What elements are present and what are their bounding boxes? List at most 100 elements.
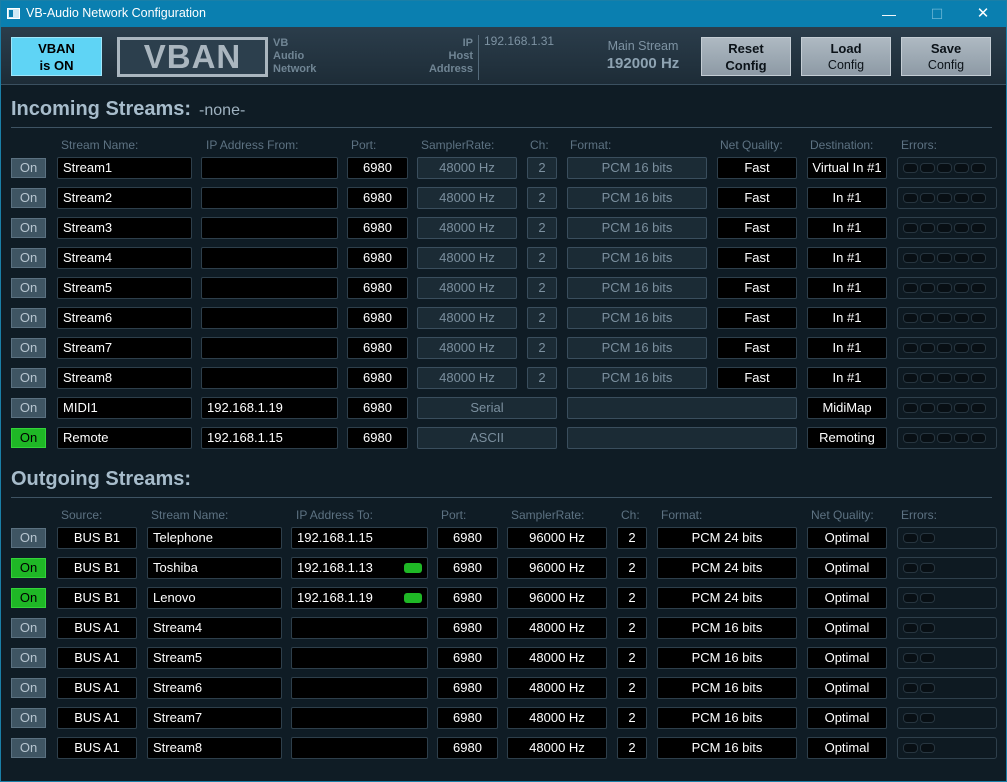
format-field[interactable]: PCM 24 bits — [657, 527, 797, 549]
source-field[interactable]: BUS B1 — [57, 557, 137, 579]
minimize-button[interactable]: — — [866, 1, 912, 27]
net-quality-field[interactable]: Optimal — [807, 527, 887, 549]
destination-field[interactable]: In #1 — [807, 337, 887, 359]
ip-from-field[interactable] — [201, 367, 338, 389]
format-field[interactable]: PCM 24 bits — [657, 587, 797, 609]
port-field[interactable]: 6980 — [347, 187, 408, 209]
stream-on-toggle[interactable]: On — [11, 618, 46, 638]
net-quality-field[interactable]: Fast — [717, 337, 797, 359]
ip-from-field[interactable]: 192.168.1.19 — [201, 397, 338, 419]
stream-on-toggle[interactable]: On — [11, 338, 46, 358]
port-field[interactable]: 6980 — [437, 707, 498, 729]
net-quality-field[interactable]: Fast — [717, 187, 797, 209]
stream-name-field[interactable]: Stream1 — [57, 157, 192, 179]
stream-name-field[interactable]: Stream4 — [57, 247, 192, 269]
stream-name-field[interactable]: Stream2 — [57, 187, 192, 209]
format-field[interactable]: PCM 16 bits — [657, 677, 797, 699]
stream-name-field[interactable]: Stream4 — [147, 617, 282, 639]
net-quality-field[interactable]: Optimal — [807, 677, 887, 699]
port-field[interactable]: 6980 — [347, 397, 408, 419]
ip-to-field[interactable]: 192.168.1.15 — [291, 527, 428, 549]
ip-from-field[interactable] — [201, 307, 338, 329]
port-field[interactable]: 6980 — [347, 427, 408, 449]
destination-field[interactable]: Virtual In #1 — [807, 157, 887, 179]
ip-from-field[interactable] — [201, 217, 338, 239]
net-quality-field[interactable]: Optimal — [807, 587, 887, 609]
stream-name-field[interactable]: Stream7 — [147, 707, 282, 729]
stream-on-toggle[interactable]: On — [11, 188, 46, 208]
net-quality-field[interactable]: Fast — [717, 307, 797, 329]
channels-field[interactable]: 2 — [617, 557, 647, 579]
port-field[interactable]: 6980 — [437, 737, 498, 759]
port-field[interactable]: 6980 — [437, 647, 498, 669]
sample-rate-field[interactable]: 96000 Hz — [507, 527, 607, 549]
ip-from-field[interactable]: 192.168.1.15 — [201, 427, 338, 449]
net-quality-field[interactable]: Fast — [717, 247, 797, 269]
stream-name-field[interactable]: Stream8 — [147, 737, 282, 759]
channels-field[interactable]: 2 — [617, 527, 647, 549]
close-button[interactable]: ✕ — [960, 1, 1006, 27]
channels-field[interactable]: 2 — [617, 707, 647, 729]
port-field[interactable]: 6980 — [437, 587, 498, 609]
source-field[interactable]: BUS A1 — [57, 617, 137, 639]
stream-on-toggle[interactable]: On — [11, 558, 46, 578]
stream-name-field[interactable]: Toshiba — [147, 557, 282, 579]
stream-on-toggle[interactable]: On — [11, 158, 46, 178]
destination-field[interactable]: Remoting — [807, 427, 887, 449]
destination-field[interactable]: In #1 — [807, 367, 887, 389]
stream-on-toggle[interactable]: On — [11, 248, 46, 268]
port-field[interactable]: 6980 — [347, 337, 408, 359]
destination-field[interactable]: In #1 — [807, 307, 887, 329]
net-quality-field[interactable]: Optimal — [807, 617, 887, 639]
port-field[interactable]: 6980 — [347, 247, 408, 269]
sample-rate-field[interactable]: 48000 Hz — [507, 617, 607, 639]
stream-name-field[interactable]: Stream3 — [57, 217, 192, 239]
stream-on-toggle[interactable]: On — [11, 708, 46, 728]
save-config-button[interactable]: Save Config — [901, 37, 991, 76]
stream-on-toggle[interactable]: On — [11, 528, 46, 548]
channels-field[interactable]: 2 — [617, 617, 647, 639]
stream-on-toggle[interactable]: On — [11, 278, 46, 298]
source-field[interactable]: BUS A1 — [57, 707, 137, 729]
port-field[interactable]: 6980 — [437, 527, 498, 549]
stream-on-toggle[interactable]: On — [11, 308, 46, 328]
format-field[interactable]: PCM 16 bits — [657, 707, 797, 729]
stream-name-field[interactable]: Stream6 — [57, 307, 192, 329]
stream-name-field[interactable]: Stream8 — [57, 367, 192, 389]
source-field[interactable]: BUS B1 — [57, 587, 137, 609]
channels-field[interactable]: 2 — [617, 677, 647, 699]
channels-field[interactable]: 2 — [617, 737, 647, 759]
source-field[interactable]: BUS A1 — [57, 737, 137, 759]
load-config-button[interactable]: Load Config — [801, 37, 891, 76]
stream-name-field[interactable]: Telephone — [147, 527, 282, 549]
stream-name-field[interactable]: Stream5 — [57, 277, 192, 299]
stream-name-field[interactable]: Stream7 — [57, 337, 192, 359]
format-field[interactable]: PCM 24 bits — [657, 557, 797, 579]
stream-name-field[interactable]: Stream6 — [147, 677, 282, 699]
stream-on-toggle[interactable]: On — [11, 428, 46, 448]
sample-rate-field[interactable]: 96000 Hz — [507, 587, 607, 609]
main-stream-rate[interactable]: 192000 Hz — [593, 55, 693, 72]
net-quality-field[interactable]: Optimal — [807, 557, 887, 579]
stream-name-field[interactable]: Lenovo — [147, 587, 282, 609]
source-field[interactable]: BUS A1 — [57, 647, 137, 669]
stream-name-field[interactable]: Stream5 — [147, 647, 282, 669]
stream-on-toggle[interactable]: On — [11, 398, 46, 418]
net-quality-field[interactable]: Optimal — [807, 647, 887, 669]
stream-on-toggle[interactable]: On — [11, 648, 46, 668]
source-field[interactable]: BUS A1 — [57, 677, 137, 699]
maximize-button[interactable]: ☐ — [914, 1, 960, 27]
reset-config-button[interactable]: Reset Config — [701, 37, 791, 76]
net-quality-field[interactable]: Fast — [717, 277, 797, 299]
sample-rate-field[interactable]: 48000 Hz — [507, 707, 607, 729]
channels-field[interactable]: 2 — [617, 587, 647, 609]
net-quality-field[interactable]: Optimal — [807, 707, 887, 729]
net-quality-field[interactable]: Fast — [717, 157, 797, 179]
format-field[interactable]: PCM 16 bits — [657, 737, 797, 759]
source-field[interactable]: BUS B1 — [57, 527, 137, 549]
destination-field[interactable]: MidiMap — [807, 397, 887, 419]
ip-from-field[interactable] — [201, 277, 338, 299]
stream-on-toggle[interactable]: On — [11, 678, 46, 698]
port-field[interactable]: 6980 — [347, 307, 408, 329]
stream-on-toggle[interactable]: On — [11, 218, 46, 238]
